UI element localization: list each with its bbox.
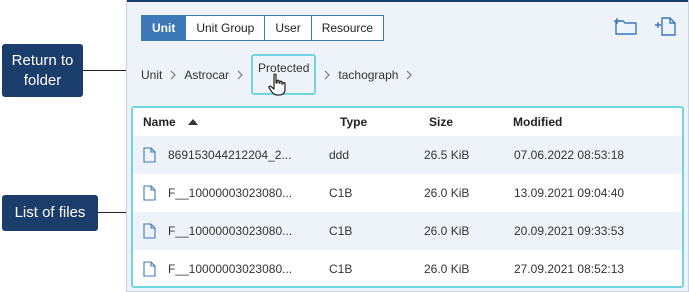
add-file-icon[interactable] [654,16,678,36]
tab-user[interactable]: User [265,15,312,41]
file-icon [143,147,156,163]
chevron-right-icon [407,70,413,79]
file-icon [143,223,156,239]
tab-unit-group[interactable]: Unit Group [186,15,266,41]
file-manager-panel: Unit Unit Group User Resource Unit Astro… [126,0,689,292]
file-modified: 20.09.2021 09:33:53 [514,224,625,238]
toolbar-icons [614,16,678,36]
file-type: C1B [329,262,353,276]
callout-list-of-files-text: List of files [14,204,86,221]
chevron-right-icon [324,70,331,79]
file-name: F__10000003023080... [168,186,293,200]
column-header-name[interactable]: Name [133,115,329,129]
table-row[interactable]: F__10000003023080... C1B 26.0 KiB 13.09.… [133,174,682,212]
table-row[interactable]: 869153044212204_2... ddd 26.5 KiB 07.06.… [133,136,682,174]
panel-top-border [127,0,688,2]
callout-list-of-files: List of files [2,195,98,231]
file-name: F__10000003023080... [168,224,293,238]
chevron-right-icon [170,70,177,79]
file-modified: 13.09.2021 09:04:40 [514,186,625,200]
file-name-cell: F__10000003023080... [133,223,329,239]
file-size: 26.0 KiB [424,186,470,200]
file-type: C1B [329,186,353,200]
file-size: 26.0 KiB [424,262,470,276]
callout-return-to-folder-text: Return to folder [11,51,74,89]
file-name-cell: F__10000003023080... [133,261,329,277]
file-modified: 27.09.2021 08:52:13 [514,262,625,276]
file-size: 26.0 KiB [424,224,470,238]
column-header-size[interactable]: Size [424,115,513,129]
file-modified: 07.06.2022 08:53:18 [514,148,625,162]
file-type: ddd [329,148,350,162]
hand-cursor-icon [268,73,286,96]
breadcrumb: Unit Astrocar Protected tachograph [141,54,420,96]
category-tabs: Unit Unit Group User Resource [141,15,385,41]
column-header-modified[interactable]: Modified [513,115,682,129]
column-header-type[interactable]: Type [329,115,424,129]
breadcrumb-astrocar[interactable]: Astrocar [184,68,229,82]
file-name: 869153044212204_2... [168,148,292,162]
file-size: 26.5 KiB [424,148,470,162]
file-name: F__10000003023080... [168,262,293,276]
file-icon [143,185,156,201]
breadcrumb-protected[interactable]: Protected [251,54,317,96]
table-header: Name Type Size Modified [133,108,682,136]
file-name-cell: F__10000003023080... [133,185,329,201]
tab-resource[interactable]: Resource [311,15,385,41]
tab-unit[interactable]: Unit [141,15,187,41]
breadcrumb-unit[interactable]: Unit [141,68,162,82]
column-header-name-label: Name [143,115,176,129]
breadcrumb-tachograph[interactable]: tachograph [338,68,398,82]
table-row[interactable]: F__10000003023080... C1B 26.0 KiB 27.09.… [133,250,682,286]
add-folder-icon[interactable] [614,16,638,36]
file-name-cell: 869153044212204_2... [133,147,329,163]
callout-return-to-folder: Return to folder [2,44,83,97]
table-row[interactable]: F__10000003023080... C1B 26.0 KiB 20.09.… [133,212,682,250]
chevron-right-icon [237,70,243,79]
file-icon [143,261,156,277]
file-type: C1B [329,224,353,238]
sort-ascending-icon[interactable] [187,119,198,125]
file-list-table: Name Type Size Modified 869153044212204_… [131,106,684,288]
